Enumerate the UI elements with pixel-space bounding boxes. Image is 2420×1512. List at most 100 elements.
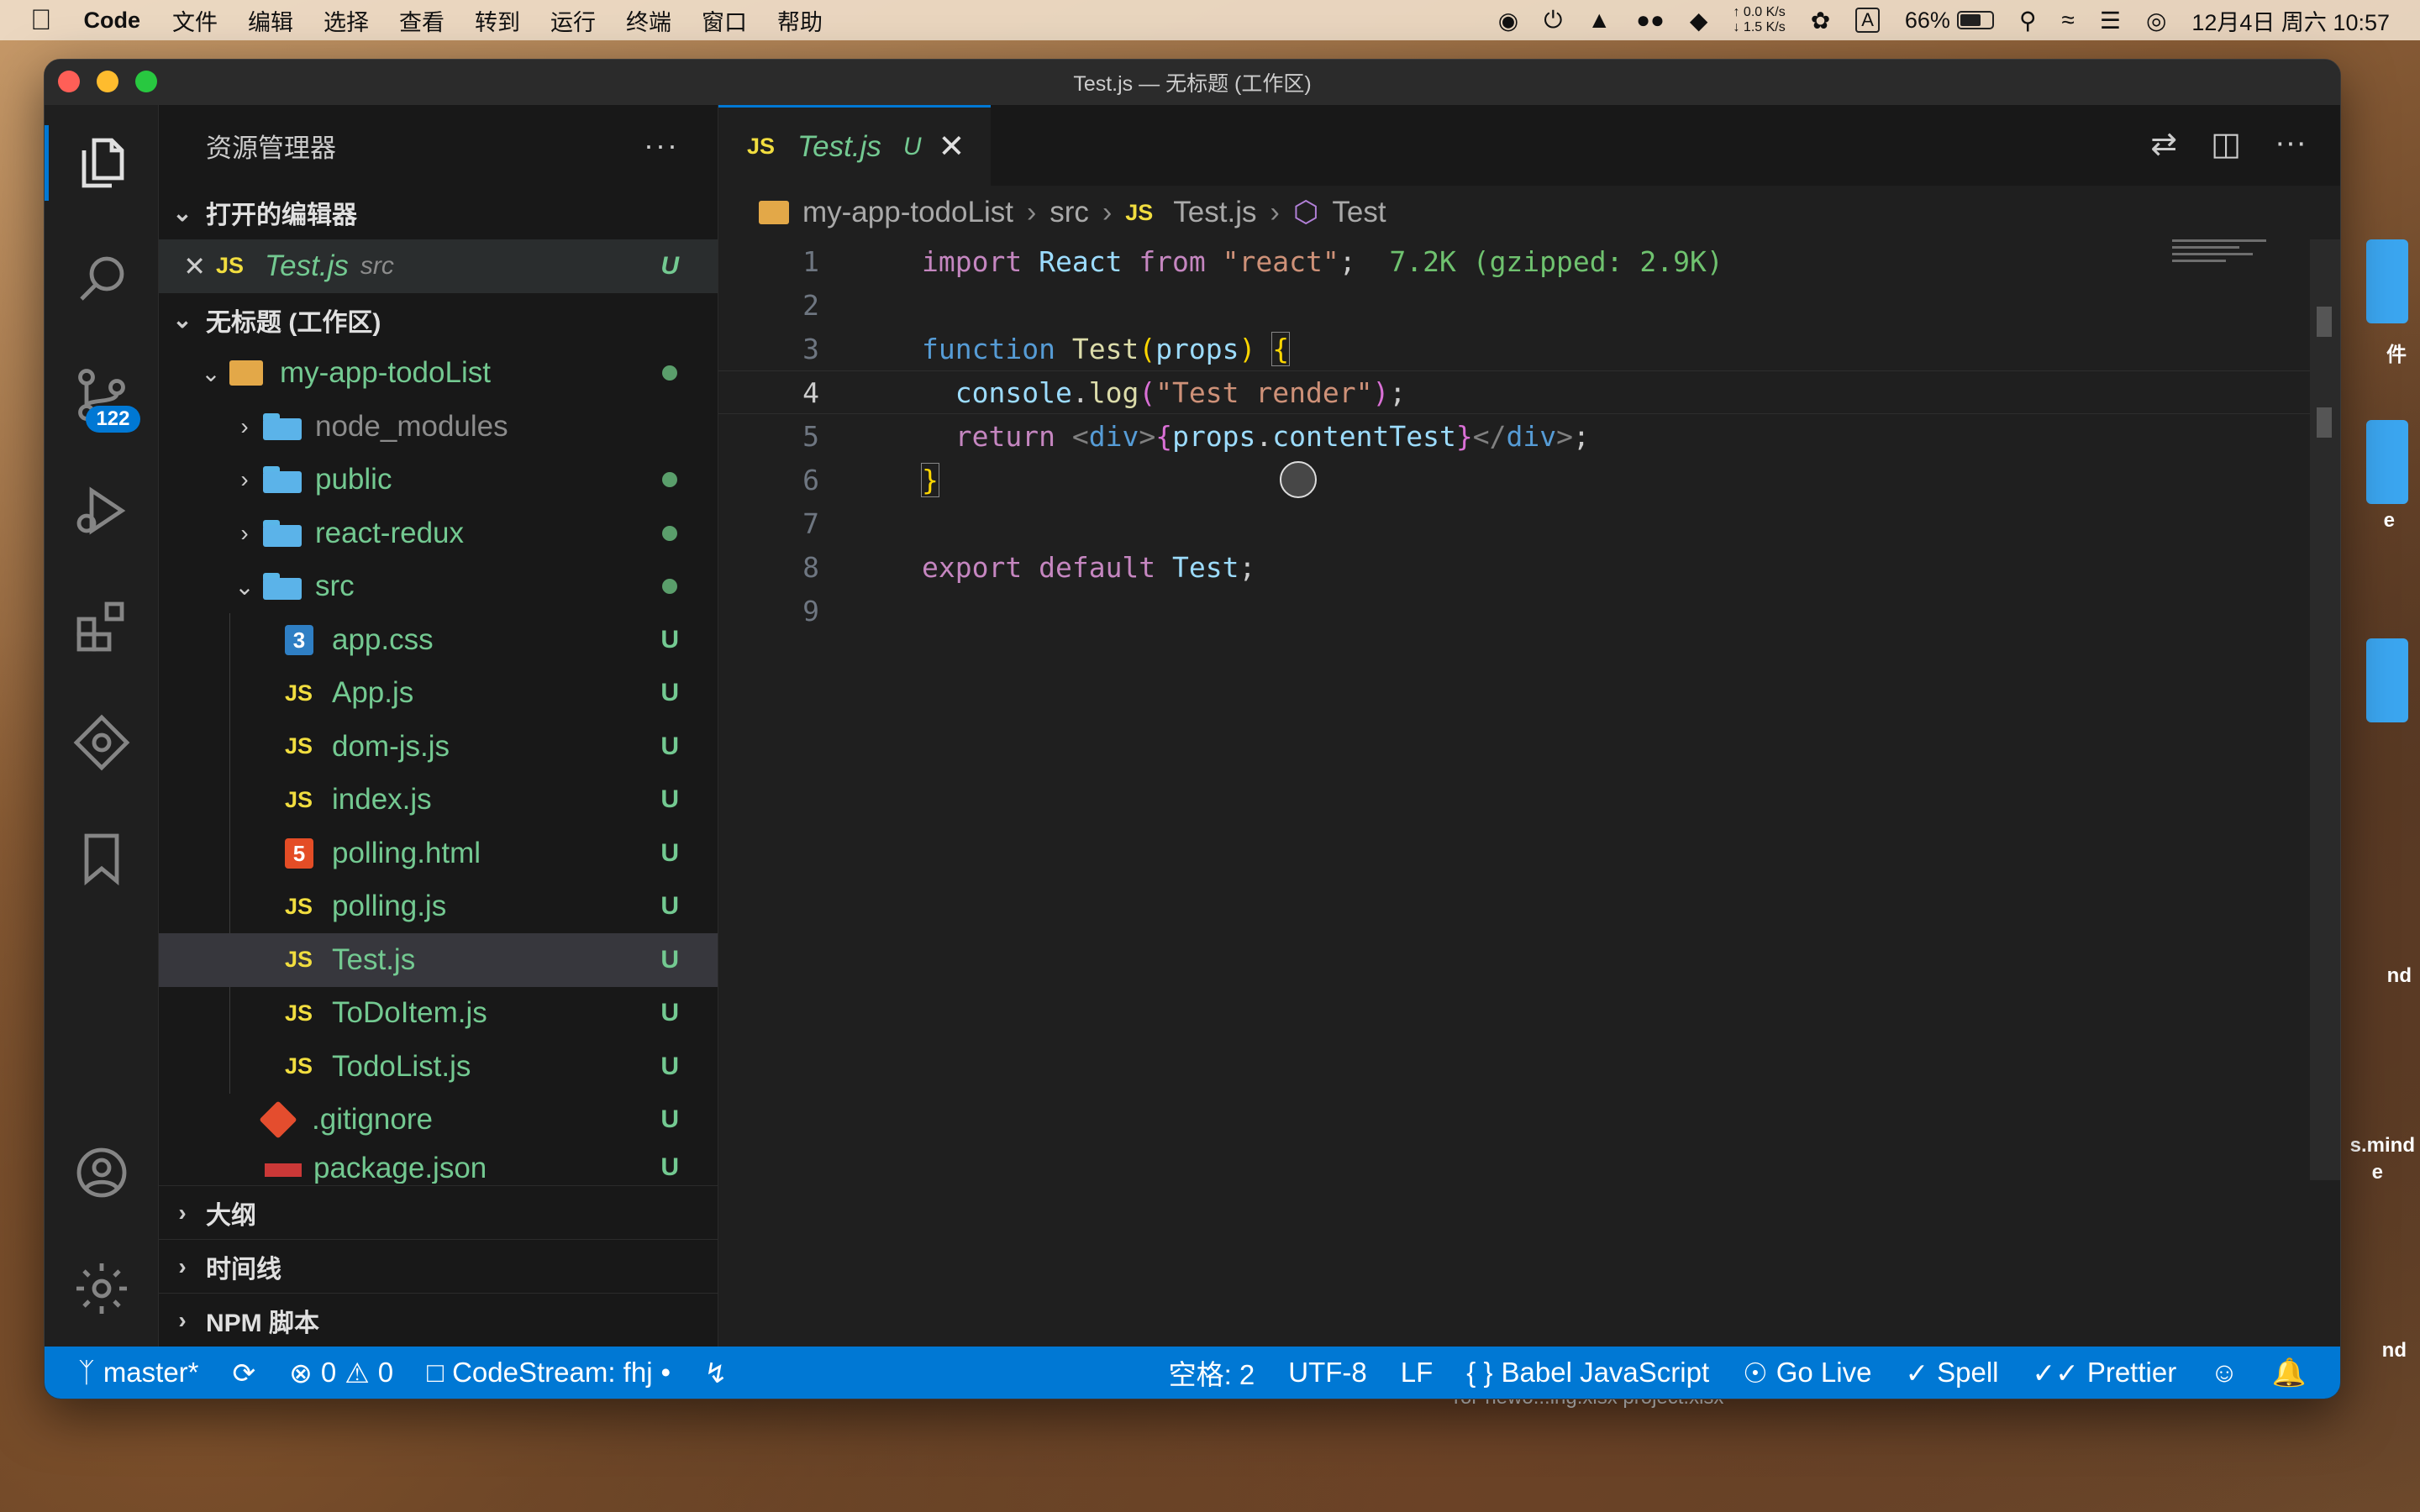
- run-debug-activity[interactable]: [45, 453, 159, 569]
- siri-icon[interactable]: ◎: [2146, 7, 2166, 34]
- git-branch-status[interactable]: ᛉ master*: [78, 1357, 199, 1389]
- open-changes-icon[interactable]: ⇄: [2150, 125, 2177, 163]
- wechat-icon[interactable]: ●●: [1636, 7, 1665, 34]
- npm-scripts-section[interactable]: › NPM 脚本: [159, 1293, 718, 1347]
- timeline-section[interactable]: › 时间线: [159, 1239, 718, 1293]
- outline-section[interactable]: › 大纲: [159, 1185, 718, 1239]
- code-editor[interactable]: 1 import React from "react"; 7.2K (gzipp…: [718, 239, 2340, 633]
- tree-folder[interactable]: › react-redux: [159, 507, 718, 560]
- open-editors-section[interactable]: ⌄ 打开的编辑器: [159, 186, 718, 239]
- fullscreen-window-button[interactable]: [135, 71, 157, 92]
- breadcrumb-src[interactable]: src: [1050, 196, 1089, 229]
- outline-title: 大纲: [206, 1201, 256, 1230]
- menu-selection[interactable]: 选择: [324, 4, 369, 37]
- spell-status[interactable]: ✓ Spell: [1905, 1357, 1998, 1389]
- tree-file[interactable]: 3 app.css U: [159, 613, 718, 667]
- control-center-icon[interactable]: ☰: [2100, 7, 2121, 34]
- shield-icon[interactable]: ◆: [1690, 7, 1708, 34]
- prettier-status[interactable]: ✓✓ Prettier: [2033, 1357, 2177, 1389]
- manage-activity[interactable]: [45, 1231, 159, 1347]
- menu-help[interactable]: 帮助: [777, 4, 823, 37]
- warning-icon: ⚠: [345, 1357, 370, 1389]
- menu-run[interactable]: 运行: [550, 4, 596, 37]
- apple-icon[interactable]: : [30, 4, 52, 37]
- tree-file[interactable]: JS TodoList.js U: [159, 1040, 718, 1094]
- tree-file[interactable]: 5 polling.html U: [159, 827, 718, 880]
- battery-status[interactable]: 66%: [1905, 8, 1994, 34]
- eol-status[interactable]: LF: [1401, 1357, 1434, 1389]
- workspace-section[interactable]: ⌄ 无标题 (工作区): [159, 293, 718, 347]
- menu-window[interactable]: 窗口: [702, 4, 747, 37]
- vertical-scrollbar[interactable]: [2310, 239, 2340, 1180]
- menubar-clock[interactable]: 12月4日 周六 10:57: [2191, 4, 2390, 37]
- tree-file-selected[interactable]: JS Test.js U: [159, 933, 718, 987]
- desktop-file-icon[interactable]: [2366, 420, 2408, 504]
- minimize-window-button[interactable]: [97, 71, 118, 92]
- input-method-icon[interactable]: A: [1855, 8, 1880, 33]
- cat-icon[interactable]: ▲: [1587, 7, 1611, 34]
- close-window-button[interactable]: [58, 71, 80, 92]
- close-icon[interactable]: ✕: [939, 128, 965, 165]
- git-branch-name: master*: [103, 1357, 199, 1388]
- lightning-status[interactable]: ↯: [704, 1357, 728, 1389]
- menu-go[interactable]: 转到: [475, 4, 520, 37]
- spotlight-search-icon[interactable]: ⚲: [2019, 7, 2037, 34]
- chevron-right-icon: ›: [178, 1199, 187, 1226]
- minimap[interactable]: [2172, 239, 2307, 273]
- js-file-icon: JS: [285, 947, 313, 973]
- tree-file[interactable]: JS index.js U: [159, 774, 718, 827]
- breadcrumb-root[interactable]: my-app-todoList: [802, 196, 1013, 229]
- tree-folder[interactable]: › node_modules: [159, 400, 718, 454]
- power-icon[interactable]: ⏻: [1544, 7, 1562, 34]
- problems-status[interactable]: ⊗ 0 ⚠ 0: [289, 1357, 393, 1389]
- desktop-file-icon[interactable]: [2366, 239, 2408, 323]
- split-editor-icon[interactable]: ◫: [2211, 125, 2241, 163]
- explorer-activity[interactable]: [45, 105, 159, 221]
- wifi-icon[interactable]: ≈: [2061, 7, 2074, 34]
- indentation-status[interactable]: 空格: 2: [1169, 1352, 1255, 1393]
- tree-file[interactable]: JS ToDoItem.js U: [159, 987, 718, 1041]
- tab-test-js[interactable]: JS Test.js U ✕: [718, 105, 991, 186]
- editor-tabs: JS Test.js U ✕ ⇄ ◫ ···: [718, 105, 2340, 186]
- sync-status[interactable]: ⟳: [233, 1357, 256, 1389]
- tree-folder[interactable]: ⌄ src: [159, 560, 718, 614]
- leaf-icon[interactable]: ✿: [1811, 7, 1830, 34]
- language-mode-status[interactable]: { } Babel JavaScript: [1466, 1357, 1709, 1389]
- netspeed-monitor[interactable]: ↑ 0.0 K/s ↓ 1.5 K/s: [1733, 5, 1785, 35]
- more-actions-icon[interactable]: ···: [2275, 125, 2307, 163]
- notifications-status[interactable]: 🔔: [2272, 1357, 2307, 1389]
- desktop-file-icon[interactable]: [2366, 638, 2408, 722]
- tree-file[interactable]: package.json U: [159, 1147, 718, 1184]
- codestream-status[interactable]: □ CodeStream: fhj •: [427, 1357, 671, 1389]
- breadcrumb-file[interactable]: Test.js: [1173, 196, 1256, 229]
- go-live-status[interactable]: ☉ Go Live: [1743, 1357, 1871, 1389]
- record-icon[interactable]: ◉: [1498, 7, 1518, 34]
- tree-file[interactable]: JS dom-js.js U: [159, 720, 718, 774]
- tree-file[interactable]: JS polling.js U: [159, 880, 718, 934]
- window-titlebar[interactable]: Test.js — 无标题 (工作区): [45, 60, 2340, 105]
- menu-view[interactable]: 查看: [399, 4, 445, 37]
- desktop-label: nd: [2386, 964, 2412, 987]
- menu-terminal[interactable]: 终端: [626, 4, 671, 37]
- tree-file[interactable]: .gitignore U: [159, 1094, 718, 1147]
- open-editor-item[interactable]: ✕ JS Test.js src U: [159, 239, 718, 293]
- search-activity[interactable]: [45, 221, 159, 337]
- menu-file[interactable]: 文件: [172, 4, 218, 37]
- feedback-status[interactable]: ☺: [2210, 1357, 2238, 1389]
- scrollbar-thumb[interactable]: [2317, 307, 2332, 337]
- more-actions-icon[interactable]: ···: [644, 128, 679, 163]
- app-menu-code[interactable]: Code: [84, 8, 141, 34]
- gear-icon: [76, 1263, 127, 1314]
- breadcrumb-symbol[interactable]: Test: [1332, 196, 1386, 229]
- tree-folder[interactable]: › public: [159, 454, 718, 507]
- tree-file[interactable]: JS App.js U: [159, 667, 718, 721]
- extensions-activity[interactable]: [45, 569, 159, 685]
- accounts-activity[interactable]: [45, 1115, 159, 1231]
- gitlens-activity[interactable]: [45, 685, 159, 801]
- source-control-activity[interactable]: 122: [45, 337, 159, 453]
- tree-root-folder[interactable]: ⌄ my-app-todoList: [159, 347, 718, 401]
- bookmarks-activity[interactable]: [45, 801, 159, 916]
- menu-edit[interactable]: 编辑: [248, 4, 293, 37]
- encoding-status[interactable]: UTF-8: [1288, 1357, 1367, 1389]
- close-icon[interactable]: ✕: [159, 250, 206, 282]
